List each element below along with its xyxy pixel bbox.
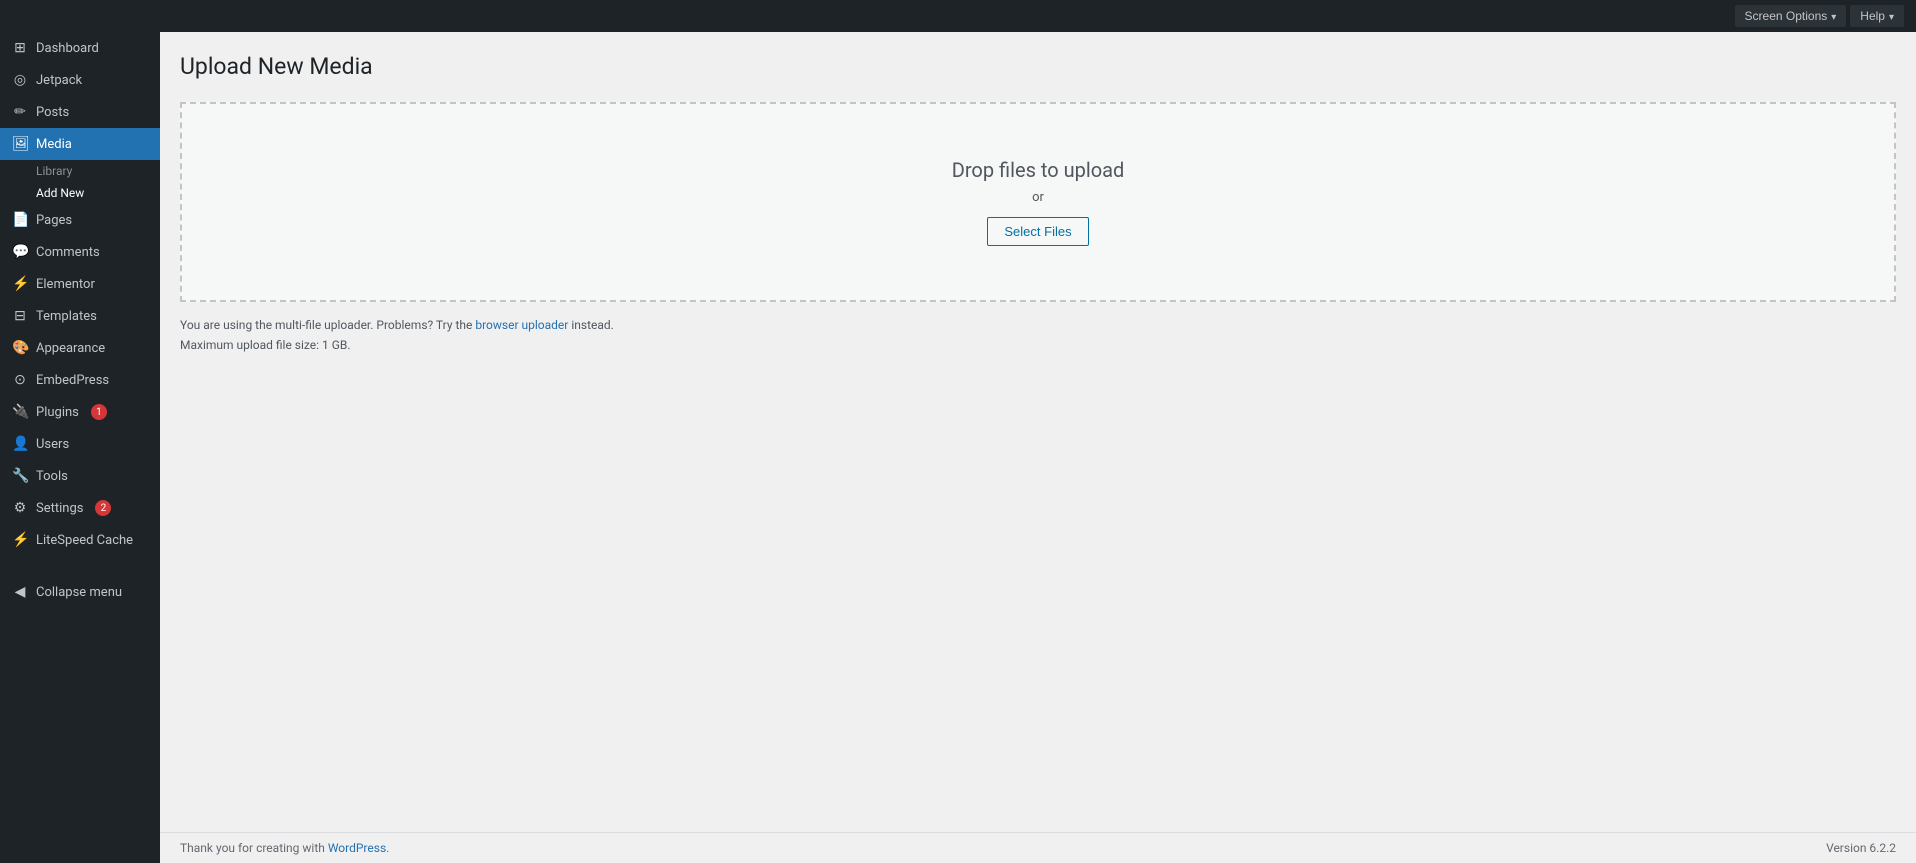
drop-files-text: Drop files to upload <box>952 158 1125 182</box>
footer-text: Thank you for creating with <box>180 841 328 855</box>
posts-icon: ✏ <box>12 104 28 120</box>
settings-badge: 2 <box>95 500 111 516</box>
sidebar-item-label: EmbedPress <box>36 373 109 388</box>
uploader-note: You are using the multi-file uploader. P… <box>180 318 1896 332</box>
sidebar-item-label: Templates <box>36 309 97 324</box>
sidebar-item-pages[interactable]: 📄 Pages <box>0 204 160 236</box>
sidebar-item-label: Appearance <box>36 341 105 356</box>
appearance-icon: 🎨 <box>12 340 28 356</box>
sidebar-item-label: Jetpack <box>36 73 82 88</box>
screen-options-label: Screen Options <box>1745 9 1828 23</box>
sidebar-item-templates[interactable]: ⊟ Templates <box>0 300 160 332</box>
content-wrap: Upload New Media Drop files to upload or… <box>160 32 1916 832</box>
help-button[interactable]: Help <box>1850 5 1904 27</box>
wordpress-link[interactable]: WordPress <box>328 841 386 855</box>
elementor-icon: ⚡ <box>12 276 28 292</box>
sidebar-item-comments[interactable]: 💬 Comments <box>0 236 160 268</box>
sidebar-item-label: Settings <box>36 501 83 516</box>
chevron-down-icon <box>1831 9 1836 23</box>
sidebar-item-label: Tools <box>36 469 68 484</box>
collapse-label: Collapse menu <box>36 585 122 600</box>
sidebar-subitem-add-new[interactable]: Add New <box>0 182 160 204</box>
sidebar-item-jetpack[interactable]: ◎ Jetpack <box>0 64 160 96</box>
sidebar-item-label: Media <box>36 137 72 152</box>
help-label: Help <box>1860 9 1885 23</box>
footer-version: Version 6.2.2 <box>1826 841 1896 855</box>
upload-instructions: Drop files to upload or Select Files <box>952 158 1125 246</box>
tools-icon: 🔧 <box>12 468 28 484</box>
sidebar-item-appearance[interactable]: 🎨 Appearance <box>0 332 160 364</box>
sidebar-item-users[interactable]: 👤 Users <box>0 428 160 460</box>
note-suffix: instead. <box>571 318 614 332</box>
sidebar-item-litespeed[interactable]: ⚡ LiteSpeed Cache <box>0 524 160 556</box>
chevron-down-icon <box>1889 9 1894 23</box>
footer-credit: Thank you for creating with WordPress. <box>180 841 389 855</box>
plugins-icon: 🔌 <box>12 404 28 420</box>
sidebar-subitem-label: Add New <box>36 186 84 200</box>
sidebar-item-label: Elementor <box>36 277 95 292</box>
main-content: Upload New Media Drop files to upload or… <box>160 32 1916 863</box>
upload-dropzone[interactable]: Drop files to upload or Select Files <box>180 102 1896 302</box>
sidebar-item-dashboard[interactable]: ⊞ Dashboard <box>0 32 160 64</box>
litespeed-icon: ⚡ <box>12 532 28 548</box>
sidebar-item-label: Plugins <box>36 405 79 420</box>
sidebar-item-label: Users <box>36 437 69 452</box>
sidebar-item-media[interactable]: 🖼 Media <box>0 128 160 160</box>
sidebar-item-posts[interactable]: ✏ Posts <box>0 96 160 128</box>
pages-icon: 📄 <box>12 212 28 228</box>
browser-uploader-link[interactable]: browser uploader <box>475 318 568 332</box>
sidebar-item-label: Posts <box>36 105 69 120</box>
plugins-badge: 1 <box>91 404 107 420</box>
sidebar-subitem-library[interactable]: Library <box>0 160 160 182</box>
select-files-button[interactable]: Select Files <box>987 217 1088 246</box>
sidebar-item-elementor[interactable]: ⚡ Elementor <box>0 268 160 300</box>
embedpress-icon: ⊙ <box>12 372 28 388</box>
sidebar-item-settings[interactable]: ⚙ Settings 2 <box>0 492 160 524</box>
sidebar-subitem-label: Library <box>36 164 72 178</box>
media-icon: 🖼 <box>12 136 28 152</box>
templates-icon: ⊟ <box>12 308 28 324</box>
sidebar-item-embedpress[interactable]: ⊙ EmbedPress <box>0 364 160 396</box>
screen-options-button[interactable]: Screen Options <box>1735 5 1847 27</box>
jetpack-icon: ◎ <box>12 72 28 88</box>
admin-bar: Screen Options Help <box>0 0 1916 32</box>
sidebar-item-label: Comments <box>36 245 100 260</box>
or-text: or <box>952 190 1125 205</box>
settings-icon: ⚙ <box>12 500 28 516</box>
comments-icon: 💬 <box>12 244 28 260</box>
sidebar-item-collapse[interactable]: ◀ Collapse menu <box>0 576 160 608</box>
collapse-icon: ◀ <box>12 584 28 600</box>
dashboard-icon: ⊞ <box>12 40 28 56</box>
max-upload-note: Maximum upload file size: 1 GB. <box>180 338 1896 352</box>
admin-sidebar: ⊞ Dashboard ◎ Jetpack ✏ Posts 🖼 Media Li… <box>0 32 160 863</box>
sidebar-item-tools[interactable]: 🔧 Tools <box>0 460 160 492</box>
page-title: Upload New Media <box>180 52 1896 82</box>
sidebar-item-label: LiteSpeed Cache <box>36 533 133 548</box>
wp-footer: Thank you for creating with WordPress. V… <box>160 832 1916 863</box>
sidebar-item-plugins[interactable]: 🔌 Plugins 1 <box>0 396 160 428</box>
sidebar-item-label: Dashboard <box>36 41 99 56</box>
sidebar-item-label: Pages <box>36 213 72 228</box>
users-icon: 👤 <box>12 436 28 452</box>
note-text: You are using the multi-file uploader. P… <box>180 318 472 332</box>
